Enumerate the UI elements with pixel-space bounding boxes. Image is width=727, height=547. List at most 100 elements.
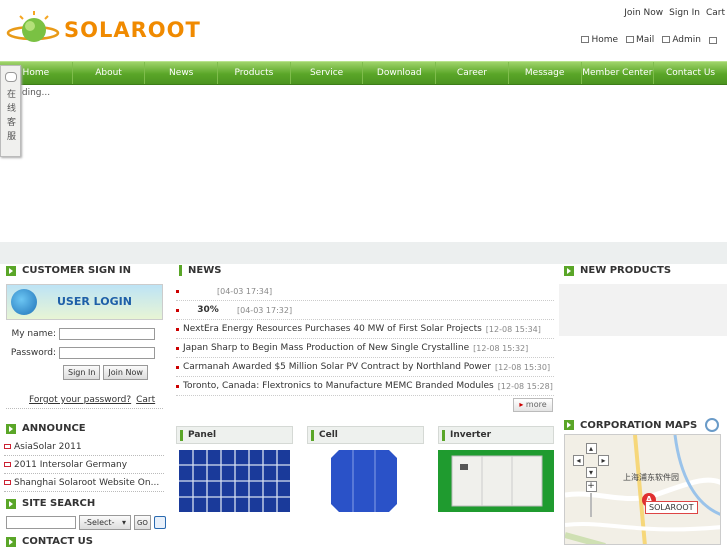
forgot-row: Forgot your password? Cart (29, 395, 155, 405)
more-button[interactable]: ▸ more (513, 398, 553, 412)
bullet-icon (176, 289, 179, 293)
nav-contact-us[interactable]: Contact Us (654, 62, 727, 84)
map-controls: ▴ ◂ ▸ ▾ + (573, 443, 609, 517)
arrow-icon (6, 265, 16, 276)
sign-in-link[interactable]: Sign In (669, 8, 700, 18)
join-now-button[interactable]: Join Now (103, 365, 148, 380)
product-inverter-heading[interactable]: Inverter (438, 426, 554, 444)
sun-globe-icon (6, 11, 60, 42)
search-input[interactable] (6, 516, 76, 529)
admin-icon (662, 36, 671, 43)
news-list: [04-03 17:34] 30% [04-03 17:32] NextEra E… (176, 282, 554, 396)
nav-news[interactable]: News (145, 62, 219, 84)
mail-icon (626, 36, 635, 43)
bar-icon (442, 429, 445, 441)
globe-icon (11, 289, 37, 315)
divider (6, 408, 163, 409)
nav-message[interactable]: Message (509, 62, 582, 84)
arrow-icon (6, 423, 16, 434)
password-input[interactable] (59, 347, 155, 359)
contact-us-heading: CONTACT US (6, 536, 93, 547)
top-links: Join Now Sign In Cart (624, 8, 725, 18)
sign-in-button[interactable]: Sign In (63, 365, 101, 380)
bar-icon (180, 429, 183, 441)
bar-icon (311, 429, 314, 441)
news-item[interactable]: [04-03 17:34] (176, 282, 554, 301)
online-service-tab[interactable]: 在线客服 (0, 65, 21, 157)
bullet-icon (176, 346, 179, 350)
news-item[interactable]: Japan Sharp to Begin Mass Production of … (176, 339, 554, 358)
chevron-down-icon: ▾ (121, 518, 126, 527)
cart-link[interactable]: Cart (706, 8, 725, 18)
bullet-icon (176, 365, 179, 369)
news-item[interactable]: Toronto, Canada: Flextronics to Manufact… (176, 377, 554, 396)
name-row: My name: (6, 328, 155, 340)
user-login-banner: USER LOGIN (6, 284, 163, 320)
new-products-area (559, 284, 727, 336)
pan-right-icon[interactable]: ▸ (598, 455, 609, 466)
customer-signin-heading: CUSTOMER SIGN IN (6, 265, 131, 276)
search-row: -Select- ▾ GO (6, 515, 166, 530)
news-heading: NEWS (179, 265, 221, 276)
corporation-maps-heading: CORPORATION MAPS (564, 418, 720, 432)
zoom-slider[interactable] (590, 493, 592, 517)
cart-link-left[interactable]: Cart (136, 395, 155, 405)
bookmark-icon[interactable] (709, 36, 717, 44)
nav-service[interactable]: Service (291, 62, 364, 84)
nav-products[interactable]: Products (218, 62, 291, 84)
zoom-in-icon[interactable]: + (585, 481, 597, 492)
home-icon (581, 36, 590, 43)
site-search-heading: SITE SEARCH (6, 498, 95, 509)
sub-links: Home Mail Admin (581, 35, 719, 45)
bar-icon (179, 265, 182, 276)
nav-career[interactable]: Career (436, 62, 509, 84)
announce-heading: ANNOUNCE (6, 423, 86, 434)
admin-link[interactable]: Admin (662, 35, 701, 45)
pan-up-icon[interactable]: ▴ (585, 443, 597, 454)
logo-text: SOLAROOT (64, 18, 201, 42)
password-row: Password: (6, 347, 155, 359)
search-go-button[interactable]: GO (134, 515, 151, 530)
banner-band (0, 242, 727, 264)
magnifier-icon[interactable] (705, 418, 720, 432)
map-marker-label: SOLAROOT (645, 501, 698, 514)
news-item[interactable]: Carmanah Awarded $5 Million Solar PV Con… (176, 358, 554, 377)
pan-down-icon[interactable]: ▾ (585, 467, 597, 478)
online-service-label: 在线客服 (7, 90, 17, 142)
envelope-icon (4, 444, 11, 449)
chat-icon (5, 72, 17, 82)
envelope-icon (4, 480, 11, 485)
name-input[interactable] (59, 328, 155, 340)
join-now-link[interactable]: Join Now (624, 8, 663, 18)
bullet-icon (176, 308, 179, 312)
arrow-icon (564, 265, 574, 276)
inverter-image[interactable] (438, 450, 554, 512)
forgot-password-link[interactable]: Forgot your password? (29, 395, 131, 405)
nav-about[interactable]: About (73, 62, 146, 84)
solar-panel-image[interactable] (179, 450, 290, 512)
arrow-icon (6, 498, 16, 509)
main-nav: Home About News Products Service Downloa… (0, 61, 727, 85)
envelope-icon (4, 462, 11, 467)
product-panel-heading[interactable]: Panel (176, 426, 293, 444)
search-select[interactable]: -Select- ▾ (79, 515, 131, 530)
bullet-icon (176, 384, 179, 388)
corporation-map[interactable]: ▴ ◂ ▸ ▾ + 上海浦东软件园 A SOLAROOT (564, 434, 721, 545)
arrow-icon (6, 536, 16, 547)
product-cell-heading[interactable]: Cell (307, 426, 424, 444)
solar-cell-image[interactable] (331, 450, 397, 512)
list-item[interactable]: Shanghai Solaroot Website On... (4, 474, 164, 492)
list-item[interactable]: AsiaSolar 2011 (4, 438, 164, 456)
nav-member-center[interactable]: Member Center (582, 62, 655, 84)
mail-link[interactable]: Mail (626, 35, 654, 45)
map-city-label: 上海浦东软件园 (623, 473, 679, 482)
login-buttons: Sign In Join Now (63, 365, 148, 380)
news-item[interactable]: 30% [04-03 17:32] (176, 301, 554, 320)
home-link[interactable]: Home (581, 35, 618, 45)
news-item[interactable]: NextEra Energy Resources Purchases 40 MW… (176, 320, 554, 339)
nav-download[interactable]: Download (363, 62, 437, 84)
solaroot-logo[interactable]: SOLAROOT (6, 8, 206, 52)
list-item[interactable]: 2011 Intersolar Germany (4, 456, 164, 474)
search-icon[interactable] (153, 516, 166, 529)
pan-left-icon[interactable]: ◂ (573, 455, 584, 466)
